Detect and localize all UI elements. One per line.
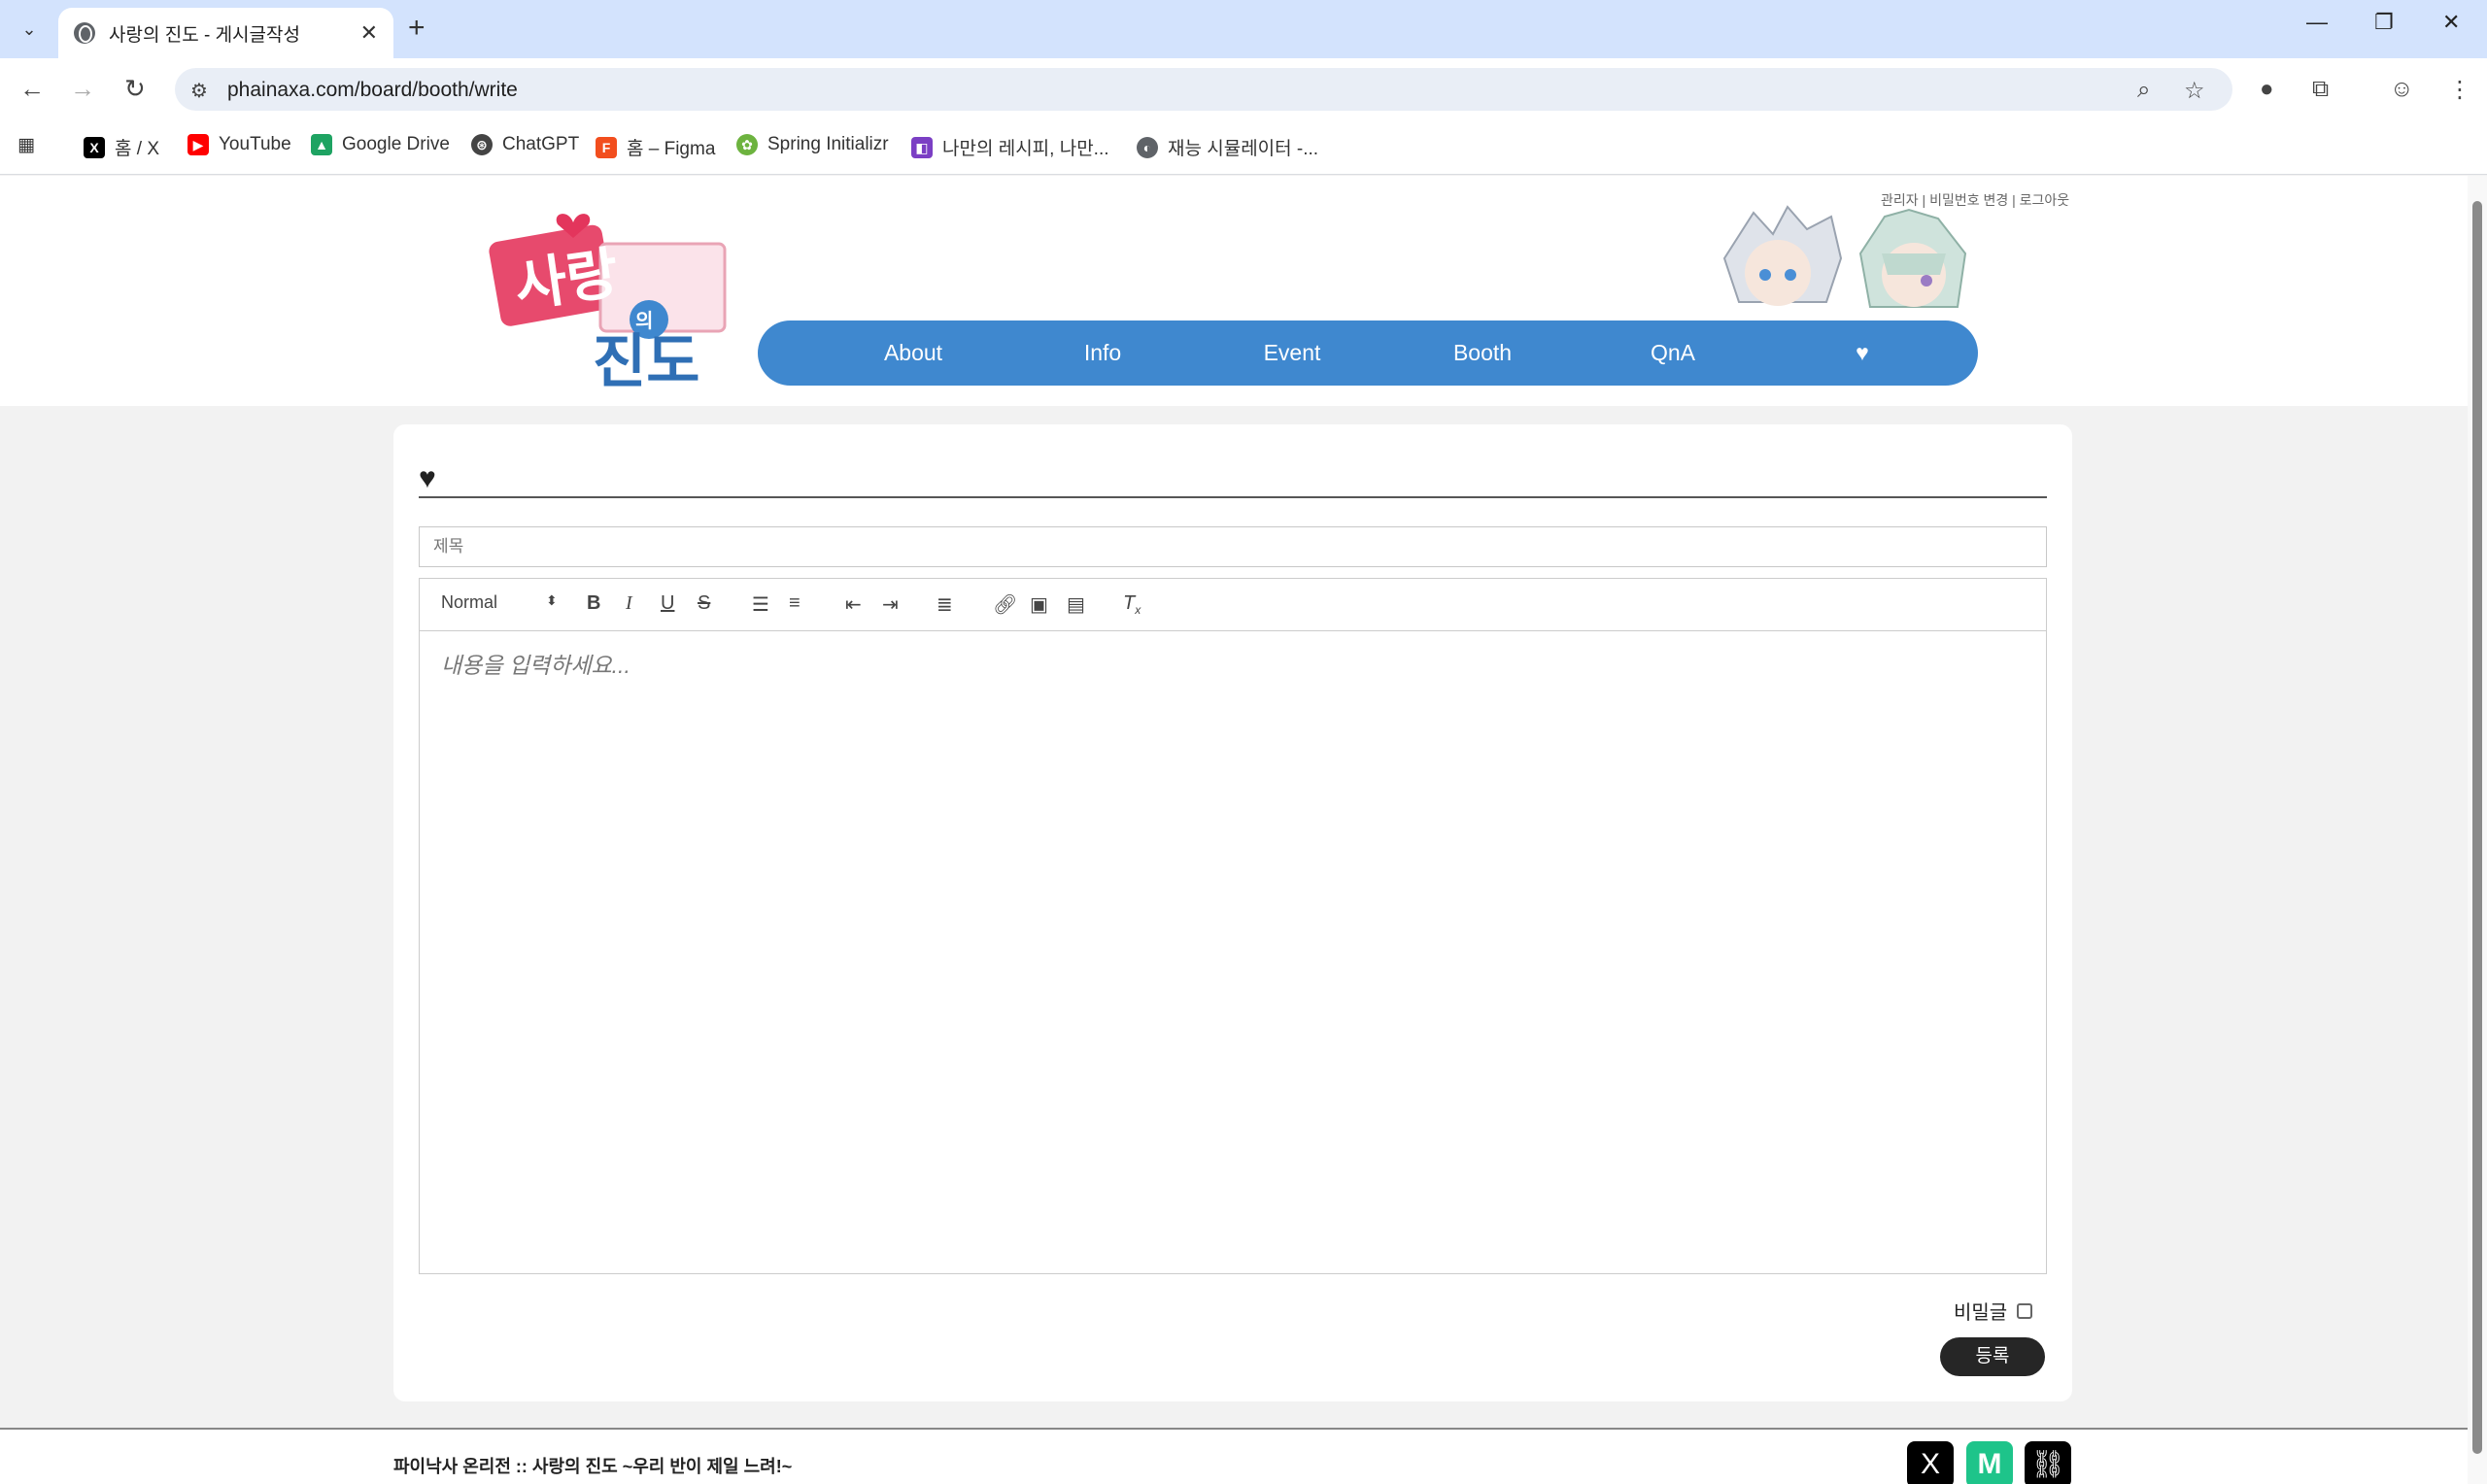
secret-label: 비밀글	[1954, 1302, 2008, 1324]
nav-qna[interactable]: QnA	[1610, 340, 1736, 366]
extension-dark-icon[interactable]: ●	[2260, 76, 2274, 103]
recipe-icon: ◧	[911, 136, 933, 158]
select-arrows-icon: ⬍	[546, 592, 558, 608]
zoom-icon[interactable]: ⌕	[2137, 77, 2150, 104]
bookmark-youtube[interactable]: ▶ YouTube	[187, 134, 291, 155]
bookmark-simulator[interactable]: ◐ 재능 시뮬레이터 -...	[1137, 134, 1318, 160]
heart-icon: ♥	[1856, 340, 1869, 365]
secret-post-option: 비밀글	[1954, 1297, 2033, 1325]
close-tab-icon[interactable]: ✕	[360, 20, 378, 46]
site-logo[interactable]: 사랑 의 진도	[486, 205, 733, 396]
chatgpt-icon: ⊛	[471, 134, 493, 155]
editor-content[interactable]: 내용을 입력하세요...	[441, 647, 630, 680]
bookmark-star-icon[interactable]: ☆	[2184, 77, 2205, 105]
chevron-down-icon: ⌄	[21, 18, 37, 39]
bookmark-spring[interactable]: ✿ Spring Initializr	[736, 134, 889, 155]
link-icon[interactable]: ⛓	[2025, 1441, 2071, 1484]
spring-icon: ✿	[736, 134, 758, 155]
nav-about[interactable]: About	[850, 340, 976, 366]
rich-text-editor: Normal ⬍ B I U S ☰ ≡ ⇤ ⇥ ≣ 🔗︎ ▣ ▤ Tx 내용을…	[419, 578, 2047, 1274]
write-form-card: ♥ Normal ⬍ B I U S ☰ ≡ ⇤ ⇥ ≣ 🔗︎ ▣ ▤ Tx 내…	[393, 424, 2072, 1401]
apps-icon[interactable]: ▦	[17, 134, 35, 156]
globe-icon: ◐	[1137, 136, 1158, 158]
nav-event[interactable]: Event	[1229, 340, 1355, 366]
forward-button[interactable]: →	[70, 74, 95, 104]
drive-icon: ▲	[311, 134, 332, 155]
menu-icon[interactable]: ⋮	[2448, 76, 2471, 104]
ordered-list-icon[interactable]: ☰	[752, 592, 769, 617]
nav-heart[interactable]: ♥	[1799, 340, 1925, 366]
bookmark-recipe[interactable]: ◧ 나만의 레시피, 나만...	[911, 134, 1109, 160]
reload-button[interactable]: ↻	[124, 74, 146, 104]
italic-icon[interactable]: I	[626, 592, 632, 615]
profile-icon[interactable]: ☺	[2390, 76, 2414, 103]
figma-icon: F	[596, 136, 617, 158]
bookmark-x[interactable]: X홈 / X	[84, 134, 159, 160]
bookmark-google-drive[interactable]: ▲ Google Drive	[311, 134, 450, 155]
minimize-button[interactable]: —	[2306, 10, 2328, 35]
page-scrollbar[interactable]	[2468, 176, 2487, 1484]
browser-tab[interactable]: 사랑의 진도 - 게시글작성 ✕	[58, 8, 393, 58]
new-tab-button[interactable]: +	[408, 12, 426, 45]
scrollbar-thumb[interactable]	[2472, 201, 2482, 1454]
bookmarks-bar: ▦ X홈 / X ▶ YouTube ▲ Google Drive ⊛ ChatGPT…	[0, 118, 2487, 175]
link-icon[interactable]: 🔗︎	[993, 592, 1017, 617]
nav-booth[interactable]: Booth	[1419, 340, 1546, 366]
outdent-icon[interactable]: ⇤	[845, 592, 862, 617]
svg-text:진도: 진도	[593, 328, 699, 389]
address-bar[interactable]: ⚙ phainaxa.com/board/booth/write ⌕ ☆	[175, 68, 2232, 111]
extensions-icon[interactable]: ⧉	[2312, 76, 2329, 103]
subject-input[interactable]	[419, 526, 2047, 567]
footer-text: 파이낙사 온리전 :: 사랑의 진도 ~우리 반이 제일 느려!~	[393, 1457, 793, 1476]
logout-link[interactable]: 로그아웃	[2020, 192, 2070, 208]
youtube-icon: ▶	[187, 134, 209, 155]
bookmark-chatgpt[interactable]: ⊛ ChatGPT	[471, 134, 579, 155]
back-button[interactable]: ←	[19, 74, 45, 104]
image-icon[interactable]: ▣	[1030, 592, 1048, 617]
video-icon[interactable]: ▤	[1067, 592, 1085, 617]
bullet-list-icon[interactable]: ≡	[789, 592, 801, 615]
site-header: 사랑 의 진도 관리자 | 비밀번호 변경 | 로그아웃 About Info …	[0, 176, 2468, 406]
restore-button[interactable]: ❐	[2374, 10, 2394, 35]
close-window-button[interactable]: ✕	[2442, 10, 2460, 35]
format-select[interactable]: Normal ⬍	[441, 592, 558, 613]
indent-icon[interactable]: ⇥	[882, 592, 899, 617]
site-footer: 파이낙사 온리전 :: 사랑의 진도 ~우리 반이 제일 느려!~ X M ⛓	[0, 1428, 2468, 1484]
character-illustration	[1715, 205, 1977, 317]
x-icon: X	[84, 136, 105, 158]
clear-format-icon[interactable]: Tx	[1123, 592, 1141, 617]
submit-button[interactable]: 등록	[1940, 1337, 2045, 1376]
tab-search-button[interactable]: ⌄	[12, 14, 47, 45]
heart-icon: ♥	[419, 462, 436, 494]
globe-icon	[74, 22, 95, 44]
browser-toolbar: ← → ↻ ⚙ phainaxa.com/board/booth/write ⌕…	[0, 58, 2487, 118]
bookmark-figma[interactable]: F홈 – Figma	[596, 134, 715, 160]
board-heading: ♥	[419, 459, 2047, 498]
site-settings-icon[interactable]: ⚙	[190, 79, 208, 103]
bold-icon[interactable]: B	[587, 592, 600, 615]
tab-title: 사랑의 진도 - 게시글작성	[109, 24, 300, 46]
main-nav: About Info Event Booth QnA ♥	[758, 320, 1978, 386]
x-icon[interactable]: X	[1907, 1441, 1954, 1484]
browser-tab-bar: ⌄ 사랑의 진도 - 게시글작성 ✕ + — ❐ ✕	[0, 0, 2487, 58]
strikethrough-icon[interactable]: S	[698, 592, 710, 615]
editor-toolbar: Normal ⬍ B I U S ☰ ≡ ⇤ ⇥ ≣ 🔗︎ ▣ ▤ Tx	[420, 579, 2046, 631]
secret-checkbox[interactable]	[2017, 1302, 2033, 1319]
mail-icon[interactable]: M	[1966, 1441, 2013, 1484]
underline-icon[interactable]: U	[661, 592, 674, 615]
nav-info[interactable]: Info	[1039, 340, 1166, 366]
url-text: phainaxa.com/board/booth/write	[227, 79, 518, 101]
align-icon[interactable]: ≣	[937, 592, 953, 617]
